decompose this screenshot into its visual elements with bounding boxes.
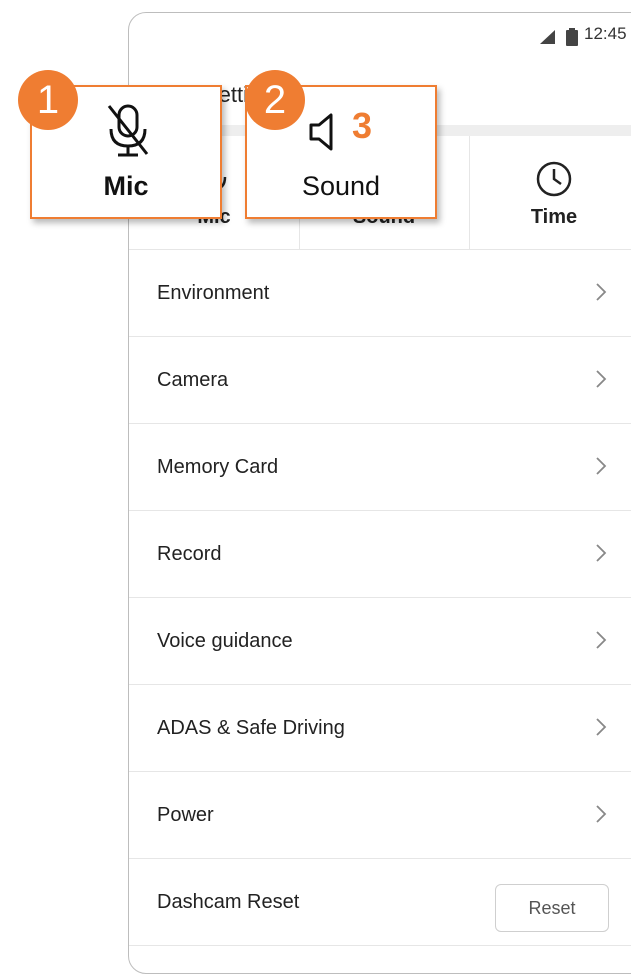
chevron-right-icon	[596, 805, 607, 823]
menu-item-voice-guidance[interactable]: Voice guidance	[129, 598, 631, 685]
menu-item-environment[interactable]: Environment	[129, 250, 631, 337]
speaker-icon	[309, 113, 333, 151]
step-badge-1: 1	[18, 70, 78, 130]
chevron-right-icon	[596, 631, 607, 649]
chevron-right-icon	[596, 718, 607, 736]
menu-item-camera[interactable]: Camera	[129, 337, 631, 424]
battery-icon	[566, 28, 578, 46]
mic-callout-label: Mic	[103, 171, 149, 201]
reset-button[interactable]: Reset	[495, 884, 609, 932]
step-badge-2: 2	[245, 70, 305, 130]
time-button[interactable]: Time	[469, 136, 631, 249]
clock-icon	[536, 161, 572, 197]
chevron-right-icon	[596, 370, 607, 388]
status-time: 12:45	[584, 24, 627, 43]
status-bar: 12:45	[129, 13, 631, 53]
menu-item-label: Camera	[157, 369, 229, 391]
menu-item-label: Voice guidance	[157, 630, 293, 652]
time-label: Time	[530, 206, 578, 228]
menu-item-label: Power	[157, 804, 214, 826]
settings-menu: Environment Camera Memory Card Record Vo…	[129, 250, 631, 946]
menu-item-label: Record	[157, 543, 222, 565]
menu-item-dashcam-reset: Dashcam Reset Reset	[129, 859, 631, 946]
menu-item-label: ADAS & Safe Driving	[157, 717, 345, 739]
menu-item-power[interactable]: Power	[129, 772, 631, 859]
mic-muted-icon	[107, 104, 149, 157]
menu-item-record[interactable]: Record	[129, 511, 631, 598]
menu-item-label: Dashcam Reset	[157, 891, 300, 913]
chevron-right-icon	[596, 283, 607, 301]
chevron-right-icon	[596, 544, 607, 562]
menu-item-memory-card[interactable]: Memory Card	[129, 424, 631, 511]
signal-icon	[540, 30, 555, 44]
sound-callout-label: Sound	[301, 171, 381, 201]
step-number: 3	[352, 105, 373, 146]
menu-item-adas[interactable]: ADAS & Safe Driving	[129, 685, 631, 772]
menu-item-label: Memory Card	[157, 456, 279, 478]
menu-item-label: Environment	[157, 282, 270, 304]
chevron-right-icon	[596, 457, 607, 475]
